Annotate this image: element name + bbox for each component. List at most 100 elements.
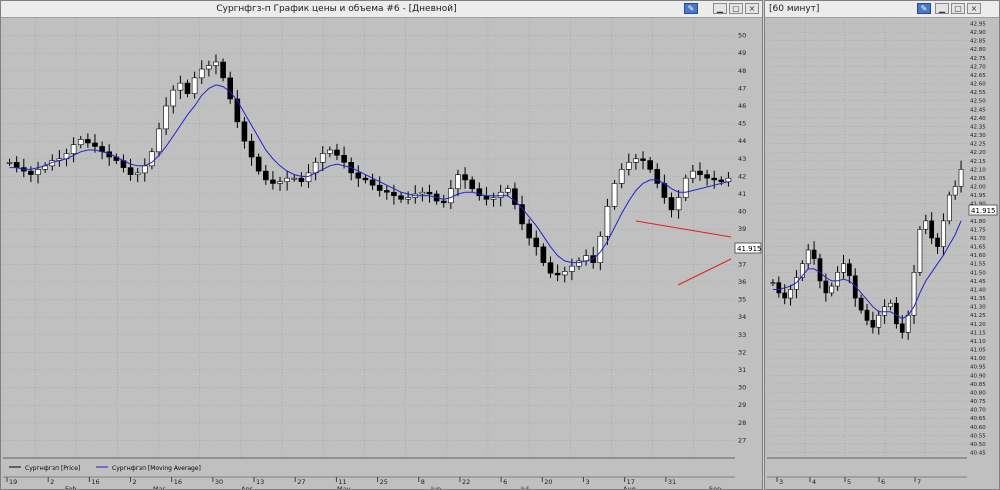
d-candle-body	[341, 154, 347, 163]
intraday-x-tick-label: 7	[917, 478, 921, 486]
i-ytick-label: 41.75	[970, 227, 986, 233]
i-ytick-label: 40.95	[970, 365, 986, 371]
i-candle-body	[811, 249, 817, 259]
d-ytick-label: 49	[738, 49, 746, 57]
d-candle-body	[35, 169, 41, 175]
d-candle-body	[369, 179, 376, 186]
i-ytick-label: 41.65	[970, 245, 986, 251]
d-candle-body	[355, 172, 362, 179]
i-candle-body	[770, 282, 776, 284]
d-ytick-label: 45	[738, 120, 746, 128]
i-ytick-label: 41.15	[970, 330, 986, 336]
daily-x-tick-label: 16	[174, 478, 182, 486]
d-candle-body	[191, 77, 198, 94]
d-ytick-label: 40	[738, 208, 746, 216]
d-candle-body	[149, 151, 155, 167]
i-ytick-label: 41.00	[970, 356, 986, 362]
i-candle-body	[917, 229, 923, 273]
i-ytick-label: 40.65	[970, 416, 986, 422]
d-ytick-label: 29	[738, 401, 746, 409]
d-candle-body	[206, 65, 212, 70]
d-candle-body	[255, 156, 262, 172]
i-candle-body	[782, 292, 788, 299]
d-candle-body	[668, 197, 675, 211]
intraday-last-price-label: 41.915	[971, 207, 996, 215]
d-candle-body	[611, 183, 618, 207]
d-candle-body	[284, 177, 290, 182]
d-candle-body	[170, 89, 177, 107]
daily-x-tick-label: 22	[462, 478, 470, 486]
d-candle-body	[241, 121, 248, 142]
intraday-price-chart[interactable]: 42.95 42.90 42.85 42.80 42.75 42.70 42.65 42.60…	[765, 1, 1000, 490]
d-ytick-label: 48	[738, 67, 746, 75]
i-ytick-label: 40.90	[970, 373, 986, 379]
d-candle-body	[13, 162, 20, 168]
i-ytick-label: 41.10	[970, 339, 986, 345]
i-candle-body	[899, 323, 905, 333]
d-candle-body	[469, 179, 475, 190]
d-candle-body	[270, 179, 276, 184]
i-ytick-label: 41.45	[970, 279, 986, 285]
d-candle-body	[77, 139, 84, 146]
i-candle-body	[958, 169, 964, 187]
d-candle-body	[319, 153, 326, 163]
i-candle-body	[847, 263, 852, 277]
d-candle-body	[576, 260, 582, 267]
d-candle-body	[440, 200, 447, 204]
i-ytick-label: 42.55	[970, 90, 986, 96]
d-ytick-label: 44	[738, 137, 746, 145]
daily-x-tick-label: 8	[421, 478, 425, 486]
d-candle-body	[327, 149, 333, 154]
i-ytick-label: 42.10	[970, 167, 986, 173]
daily-x-tick-label: 16	[91, 478, 99, 486]
i-ytick-label: 42.25	[970, 142, 986, 148]
d-candle-body	[654, 169, 661, 184]
d-ytick-label: 46	[738, 102, 746, 110]
d-ytick-label: 28	[738, 419, 746, 427]
i-ytick-label: 41.30	[970, 305, 986, 311]
d-candle-body	[213, 61, 219, 66]
daily-x-month-label: Feb	[65, 485, 77, 490]
d-candle-body	[362, 177, 369, 181]
daily-x-tick-label: 27	[297, 478, 305, 486]
d-candle-body	[334, 149, 340, 156]
i-ytick-label: 42.00	[970, 185, 986, 191]
d-candle-body	[156, 128, 162, 153]
daily-x-tick-label: 2	[133, 478, 137, 486]
i-ytick-label: 41.60	[970, 253, 986, 259]
i-candle-body	[805, 249, 811, 265]
i-candle-body	[946, 194, 952, 222]
d-candle-body	[263, 170, 269, 181]
d-candle-body	[682, 177, 689, 198]
intraday-x-tick-label: 3	[779, 478, 783, 486]
daily-x-tick-label: 2	[50, 478, 54, 486]
d-candle-body	[248, 140, 255, 158]
i-ytick-label: 42.90	[970, 30, 986, 36]
d-candle-body	[384, 190, 390, 193]
i-ytick-label: 42.70	[970, 64, 986, 70]
d-candle-body	[455, 174, 461, 190]
d-candle-body	[234, 98, 241, 123]
d-candle-body	[490, 197, 497, 200]
d-candle-body	[426, 191, 433, 195]
d-candle-body	[661, 183, 668, 198]
i-ytick-label: 40.60	[970, 425, 986, 431]
d-candle-body	[604, 206, 611, 237]
d-candle-body	[92, 142, 98, 147]
daily-x-tick-label: 6	[503, 478, 507, 486]
d-candle-body	[376, 184, 383, 191]
daily-price-chart[interactable]: 5049484746454443424140393837363534333231…	[1, 1, 763, 490]
i-candle-body	[852, 275, 858, 299]
d-ytick-label: 47	[738, 84, 746, 92]
i-ytick-label: 41.70	[970, 236, 986, 242]
d-candle-body	[533, 237, 540, 248]
d-candle-body	[142, 165, 148, 174]
intraday-x-tick-label: 6	[881, 478, 885, 486]
daily-x-month-label: Mar	[153, 485, 166, 490]
i-ytick-label: 40.80	[970, 390, 986, 396]
i-ytick-label: 41.35	[970, 296, 986, 302]
d-candle-body	[462, 174, 468, 181]
i-ytick-label: 41.55	[970, 262, 986, 268]
daily-x-tick-label: 13	[256, 478, 264, 486]
d-candle-body	[540, 246, 547, 263]
